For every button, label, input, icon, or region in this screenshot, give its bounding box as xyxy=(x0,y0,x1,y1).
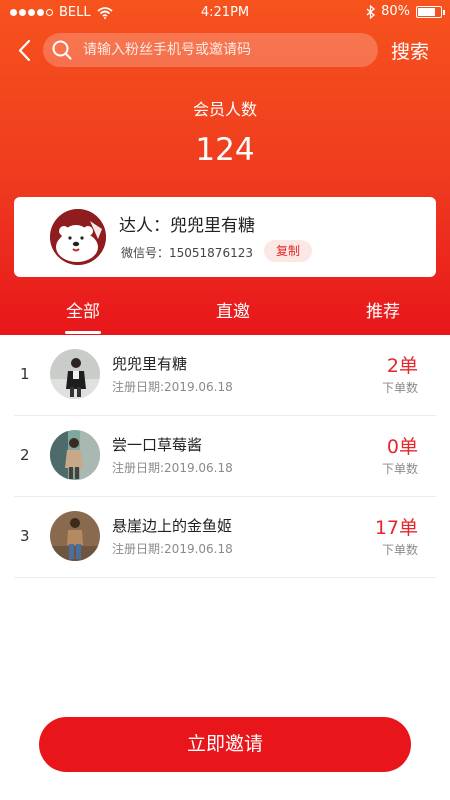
search-icon xyxy=(52,40,72,60)
profile-title: 达人：兜兜里有糖 xyxy=(119,216,255,236)
tab-active-indicator xyxy=(65,331,101,334)
search-box[interactable] xyxy=(43,33,378,67)
list-item[interactable]: 1 兜兜里有糖 注册日期:2019.06.18 2单 下单数 xyxy=(14,335,436,416)
member-list: 1 兜兜里有糖 注册日期:2019.06.18 2单 下单数 2 尝一口草莓酱 … xyxy=(0,335,450,578)
member-photo-icon xyxy=(50,349,100,399)
register-date: 注册日期:2019.06.18 xyxy=(112,380,233,394)
avatar xyxy=(50,430,100,480)
battery-icon xyxy=(416,5,445,18)
rank-number: 2 xyxy=(20,446,30,464)
order-count: 0单 xyxy=(386,436,418,458)
status-bar: BELL 4:21PM 80% xyxy=(0,0,450,26)
profile-avatar xyxy=(50,209,106,265)
avatar xyxy=(50,511,100,561)
order-count: 2单 xyxy=(386,355,418,377)
member-count-value: 124 xyxy=(195,132,255,168)
tab-direct[interactable]: 直邀 xyxy=(208,297,258,322)
avatar xyxy=(50,349,100,399)
register-date: 注册日期:2019.06.18 xyxy=(112,461,233,475)
status-right: 80% xyxy=(366,4,445,19)
tab-bar: 全部 直邀 推荐 xyxy=(0,297,450,335)
tab-recommend[interactable]: 推荐 xyxy=(358,297,408,322)
member-photo-icon xyxy=(50,430,100,480)
register-date: 注册日期:2019.06.18 xyxy=(112,542,233,556)
profile-card: 达人：兜兜里有糖 微信号：15051876123 复制 xyxy=(14,197,436,277)
search-button[interactable]: 搜索 xyxy=(391,37,429,64)
tab-all[interactable]: 全部 xyxy=(58,297,108,322)
member-count-label: 会员人数 xyxy=(192,100,257,119)
member-name: 兜兜里有糖 xyxy=(112,355,188,373)
order-count-label: 下单数 xyxy=(381,543,418,557)
profile-wechat: 微信号：15051876123 xyxy=(121,246,253,260)
rank-number: 3 xyxy=(20,527,30,545)
member-name: 悬崖边上的金鱼姬 xyxy=(112,517,233,535)
order-count-label: 下单数 xyxy=(381,381,418,395)
member-name: 尝一口草莓酱 xyxy=(112,436,203,454)
battery-percent: 80% xyxy=(381,4,410,19)
search-input[interactable] xyxy=(83,39,363,61)
list-item[interactable]: 2 尝一口草莓酱 注册日期:2019.06.18 0单 下单数 xyxy=(14,416,436,497)
bear-avatar-icon xyxy=(50,209,106,265)
list-item[interactable]: 3 悬崖边上的金鱼姬 注册日期:2019.06.18 17单 下单数 xyxy=(14,497,436,578)
battery-level xyxy=(418,7,435,16)
order-count-label: 下单数 xyxy=(381,462,418,476)
invite-now-button[interactable]: 立即邀请 xyxy=(39,717,411,772)
order-count: 17单 xyxy=(374,517,418,539)
copy-button[interactable]: 复制 xyxy=(264,240,312,262)
bluetooth-icon xyxy=(366,4,376,19)
chevron-left-icon xyxy=(18,39,31,62)
back-button[interactable] xyxy=(12,36,40,66)
rank-number: 1 xyxy=(20,365,30,383)
member-photo-icon xyxy=(50,511,100,561)
